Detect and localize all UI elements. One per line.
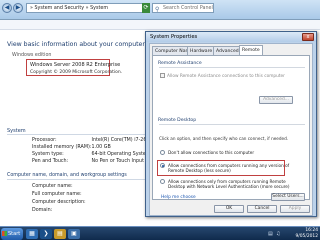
dialog-title: System Properties: [150, 34, 198, 40]
search-placeholder: Search Control Panel: [163, 6, 213, 11]
name-row: Computer description:: [32, 200, 90, 205]
name-row-key: Domain:: [32, 208, 53, 213]
remote-assistance-checkbox-label: Allow Remote Assistance connections to t…: [167, 74, 285, 79]
explorer-icon[interactable]: ▤: [54, 229, 66, 239]
radio-allow-any-version-label: Remote Desktop (less secure): [168, 168, 231, 173]
volume-icon[interactable]: ♫: [276, 231, 280, 237]
system-row: Processor: Intel(R) Core(TM) i7-2640M: [32, 138, 157, 143]
control-panel-toolbar: ◀ ▶ » System and Security » System ⟳ ⚲ S…: [0, 0, 320, 20]
remote-assistance-label: Remote Assistance: [158, 61, 202, 66]
remote-tab-panel: Remote Assistance Allow Remote Assistanc…: [152, 55, 310, 201]
section-divider: [7, 134, 147, 135]
menu-bar: [0, 20, 320, 30]
computer-names-section-label: Computer name, domain, and workgroup set…: [7, 173, 127, 178]
close-icon[interactable]: x: [302, 33, 314, 41]
remote-desktop-label: Remote Desktop: [158, 118, 197, 123]
tab-remote[interactable]: Remote: [239, 45, 263, 55]
tab-advanced[interactable]: Advanced: [213, 46, 242, 55]
name-row-key: Full computer name:: [32, 192, 82, 197]
edition-highlight: Windows Server 2008 R2 Enterprise Copyri…: [26, 59, 123, 76]
system-row: System type: 64-bit Operating System: [32, 152, 151, 157]
name-row-key: Computer description:: [32, 200, 86, 205]
dialog-body: Computer Name Hardware Advanced Remote R…: [149, 43, 313, 216]
group-divider: [159, 124, 305, 125]
tab-hardware[interactable]: Hardware: [187, 46, 216, 55]
control-panel-icon[interactable]: ▣: [68, 229, 80, 239]
radio-selected-icon[interactable]: [160, 163, 165, 168]
system-row-key: System type:: [32, 152, 64, 157]
system-row-value: 1.00 GB: [91, 145, 111, 150]
dialog-titlebar[interactable]: System Properties x: [146, 32, 316, 42]
page-title: View basic information about your comput…: [7, 41, 145, 48]
clock-date: 9/05/2012: [295, 233, 318, 239]
select-users-button[interactable]: Select Users...: [271, 193, 305, 201]
edition-name: Windows Server 2008 R2 Enterprise: [30, 62, 121, 68]
radio-icon[interactable]: [160, 179, 165, 184]
refresh-icon[interactable]: ⟳: [142, 3, 150, 13]
taskbar: Start ▦ ❯ ▤ ▣ ▤ ♫ 16:24 9/05/2012: [0, 226, 320, 240]
clock[interactable]: 16:24 9/05/2012: [295, 228, 318, 239]
radio-dont-allow-label: Don't allow connections to this computer: [168, 150, 255, 155]
advanced-button[interactable]: Advanced...: [259, 96, 293, 104]
network-icon[interactable]: ▤: [268, 231, 273, 237]
search-input[interactable]: ⚲ Search Control Panel: [152, 3, 214, 13]
checkbox-icon[interactable]: [160, 73, 165, 78]
windows-logo-icon: [2, 231, 7, 236]
start-button[interactable]: Start: [1, 228, 23, 240]
system-row: Installed memory (RAM): 1.00 GB: [32, 145, 111, 150]
remote-desktop-description: Click an option, and then specify who ca…: [159, 136, 289, 141]
copyright-text: Copyright © 2009 Microsoft Corporation.: [30, 70, 123, 75]
name-row-key: Computer name:: [32, 184, 73, 189]
name-row: Domain:: [32, 208, 90, 213]
powershell-icon[interactable]: ❯: [40, 229, 52, 239]
system-row-key: Processor:: [32, 138, 57, 143]
back-icon[interactable]: ◀: [2, 3, 12, 13]
start-label: Start: [8, 231, 21, 237]
name-row: Full computer name:: [32, 192, 90, 197]
help-me-choose-link[interactable]: Help me choose: [161, 195, 196, 200]
server-manager-icon[interactable]: ▦: [26, 229, 38, 239]
system-properties-dialog: System Properties x Computer Name Hardwa…: [145, 31, 317, 217]
system-row-key: Installed memory (RAM):: [32, 145, 92, 150]
remote-assistance-checkbox[interactable]: Allow Remote Assistance connections to t…: [160, 73, 285, 79]
ok-button[interactable]: OK: [214, 205, 244, 213]
group-divider: [159, 67, 305, 68]
section-divider: [7, 179, 147, 180]
cancel-button[interactable]: Cancel: [247, 205, 277, 213]
apply-button[interactable]: Apply: [280, 205, 310, 213]
address-bar[interactable]: » System and Security » System: [26, 3, 146, 13]
forward-icon[interactable]: ▶: [13, 3, 23, 13]
edition-section-label: Windows edition: [12, 53, 52, 58]
search-icon: ⚲: [155, 6, 160, 13]
system-row-value: 64-bit Operating System: [91, 152, 151, 157]
radio-icon[interactable]: [160, 150, 165, 155]
radio-allow-nla-only-label: Desktop with Network Level Authenticatio…: [168, 184, 290, 189]
name-row: Computer name:: [32, 184, 90, 189]
system-row-key: Pen and Touch:: [32, 159, 69, 164]
